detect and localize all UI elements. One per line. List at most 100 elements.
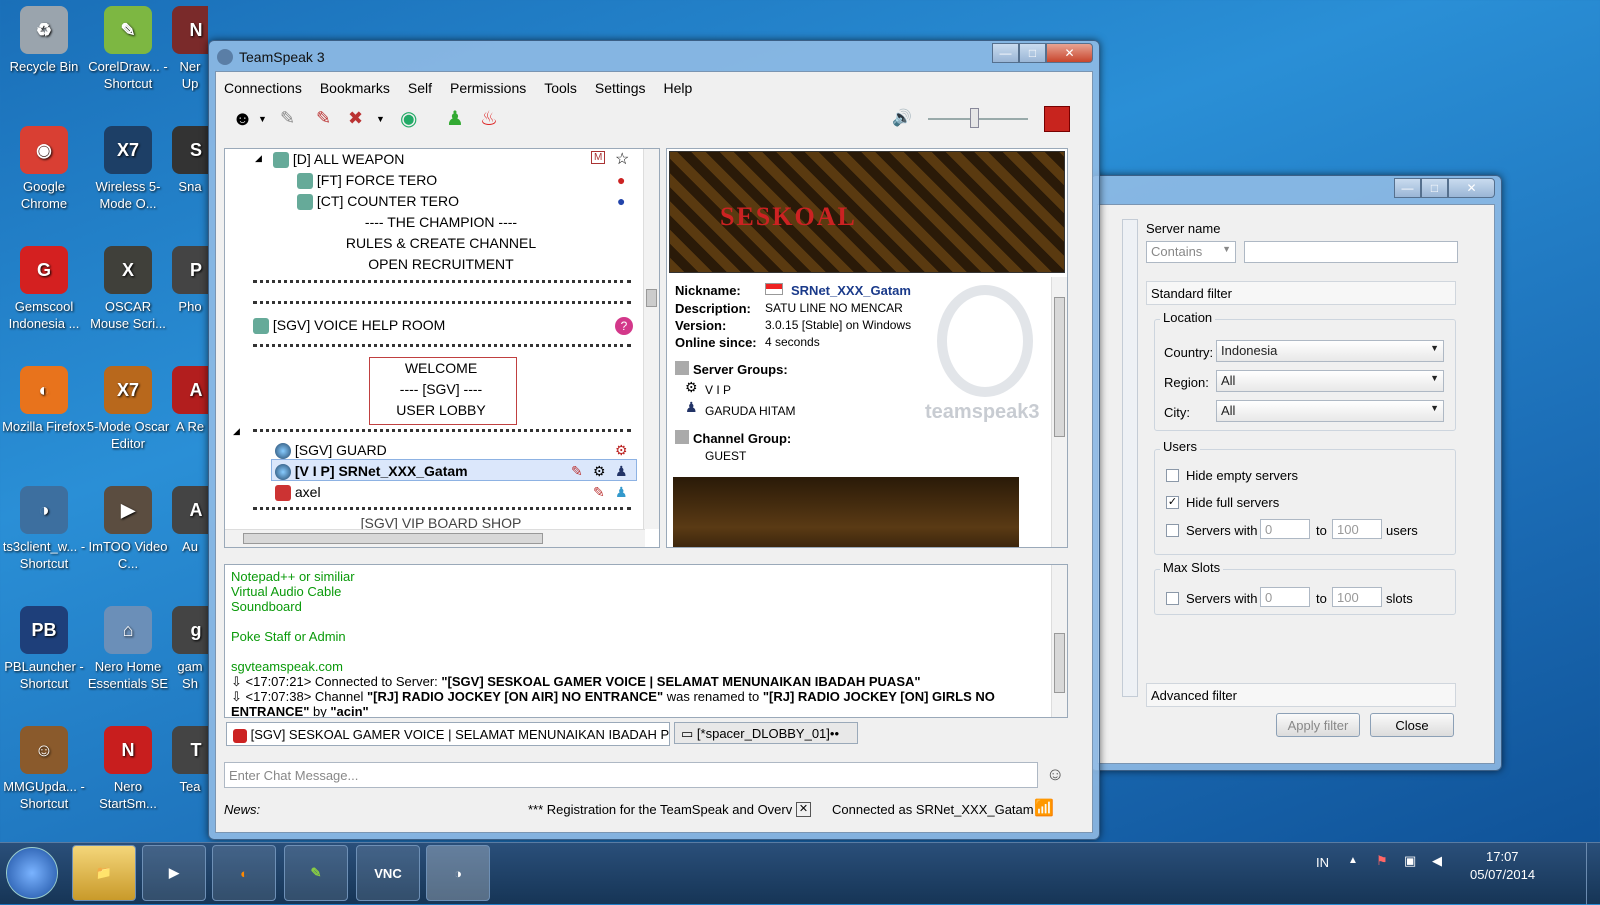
media-player-taskbar-icon[interactable]: ▶ — [142, 845, 206, 901]
info-scrollbar[interactable] — [1051, 277, 1067, 547]
desktop-icon[interactable]: ◉ Google Chrome — [0, 126, 88, 212]
standard-filter-header[interactable]: Standard filter — [1146, 281, 1456, 305]
country-select[interactable]: Indonesia ▼ — [1216, 340, 1444, 362]
menu-self[interactable]: Self — [408, 80, 432, 96]
expand-arrow-icon[interactable]: ◢ — [233, 426, 240, 437]
teamspeak-taskbar-icon[interactable]: ◑ — [426, 845, 490, 901]
volume-slider-handle[interactable] — [970, 108, 979, 128]
action-center-flag-icon[interactable]: ⚑ — [1376, 853, 1388, 869]
minimize-button[interactable]: — — [1394, 178, 1421, 198]
max-slots-spinner[interactable]: 100 — [1332, 587, 1382, 607]
spacer-user-lobby[interactable]: USER LOBBY — [241, 402, 641, 418]
firefox-taskbar-icon[interactable]: ◐ — [212, 845, 276, 901]
desktop-icon[interactable]: ◐ Mozilla Firefox — [0, 366, 88, 435]
hide-full-checkbox[interactable]: ✓ — [1166, 496, 1179, 509]
vnc-taskbar-icon[interactable]: VNC — [356, 845, 420, 901]
contacts-icon[interactable]: ♟ — [446, 106, 464, 131]
away-icon[interactable]: ◉ — [400, 106, 417, 131]
desktop-icon[interactable]: P Pho — [172, 246, 208, 315]
clock-time[interactable]: 17:07 — [1486, 849, 1519, 864]
volume-icon[interactable]: 🔊 — [892, 108, 912, 128]
start-button[interactable] — [6, 847, 58, 899]
spacer-recruitment[interactable]: OPEN RECRUITMENT — [241, 256, 641, 272]
explorer-taskbar-icon[interactable]: 📁 — [72, 845, 136, 901]
chat-scrollbar[interactable] — [1051, 565, 1067, 717]
menu-permissions[interactable]: Permissions — [450, 80, 526, 96]
servers-with-users-checkbox[interactable] — [1166, 524, 1179, 537]
mute-microphone-icon[interactable]: ✎ — [316, 108, 331, 129]
maximize-button[interactable]: □ — [1019, 43, 1046, 63]
menu-bookmarks[interactable]: Bookmarks — [320, 80, 390, 96]
chat-input[interactable]: Enter Chat Message... — [224, 762, 1038, 788]
min-users-spinner[interactable]: 0 — [1260, 519, 1310, 539]
network-icon[interactable]: ▣ — [1404, 853, 1416, 869]
language-indicator[interactable]: IN — [1316, 855, 1329, 870]
chevron-down-icon[interactable]: ▼ — [376, 114, 385, 124]
desktop-icon[interactable]: ◑ ts3client_w... - Shortcut — [0, 486, 88, 572]
channel-force-tero[interactable]: [FT] FORCE TERO — [297, 172, 437, 190]
contains-select[interactable]: Contains ▼ — [1146, 241, 1236, 263]
emoticon-icon[interactable]: ☺ — [1046, 764, 1064, 785]
region-select[interactable]: All ▼ — [1216, 370, 1444, 392]
advanced-filter-header[interactable]: Advanced filter — [1146, 683, 1456, 707]
desktop-icon[interactable]: T Tea — [172, 726, 208, 795]
menu-tools[interactable]: Tools — [544, 80, 577, 96]
desktop-icon[interactable]: g gam Sh — [172, 606, 208, 692]
desktop-icon[interactable]: ♻ Recycle Bin — [0, 6, 88, 75]
min-slots-spinner[interactable]: 0 — [1260, 587, 1310, 607]
hide-empty-checkbox[interactable] — [1166, 469, 1179, 482]
speaker-icon[interactable]: ◀ — [1432, 853, 1442, 869]
desktop-icon[interactable]: N Nero StartSm... — [84, 726, 172, 812]
desktop-icon[interactable]: X7 Wireless 5-Mode O... — [84, 126, 172, 212]
channel-voice-help[interactable]: [SGV] VOICE HELP ROOM — [253, 317, 445, 335]
expand-arrow-icon[interactable]: ◢ — [255, 153, 262, 164]
filter-scroll[interactable] — [1122, 219, 1138, 697]
clock-date[interactable]: 05/07/2014 — [1470, 867, 1535, 882]
channel-all-weapon[interactable]: [D] ALL WEAPON — [273, 151, 404, 169]
chevron-down-icon[interactable]: ▼ — [258, 114, 267, 124]
client-vip[interactable]: [V I P] SRNet_XXX_Gatam — [275, 463, 468, 481]
show-hidden-icons-icon[interactable]: ▲ — [1348, 855, 1358, 866]
scroll-thumb[interactable] — [646, 289, 657, 307]
channel-counter-tero[interactable]: [CT] COUNTER TERO — [297, 193, 459, 211]
spacer-champion[interactable]: ---- THE CHAMPION ---- — [241, 214, 641, 230]
scroll-thumb[interactable] — [1054, 633, 1065, 693]
mute-speakers-icon[interactable]: ✖ — [348, 108, 363, 129]
scroll-thumb[interactable] — [1054, 297, 1065, 437]
client-guard[interactable]: [SGV] GUARD — [275, 442, 387, 460]
desktop-icon[interactable]: ✎ CorelDraw... - Shortcut — [84, 6, 172, 92]
desktop-icon[interactable]: X OSCAR Mouse Scri... — [84, 246, 172, 332]
desktop-icon[interactable]: PB PBLauncher - Shortcut — [0, 606, 88, 692]
minimize-button[interactable]: — — [992, 43, 1019, 63]
close-icon[interactable]: ✕ — [1046, 43, 1093, 63]
desktop-icon[interactable]: X7 5-Mode Oscar Editor — [84, 366, 172, 452]
spacer-rules[interactable]: RULES & CREATE CHANNEL — [241, 235, 641, 251]
close-button[interactable]: Close — [1370, 713, 1454, 737]
tree-horizontal-scrollbar[interactable] — [225, 529, 645, 547]
coreldraw-taskbar-icon[interactable]: ✎ — [284, 845, 348, 901]
spacer-sgv[interactable]: ---- [SGV] ---- — [241, 381, 641, 397]
menu-connections[interactable]: Connections — [224, 80, 302, 96]
city-select[interactable]: All ▼ — [1216, 400, 1444, 422]
desktop-icon[interactable]: ⌂ Nero Home Essentials SE — [84, 606, 172, 692]
tab-server[interactable]: [SGV] SESKOAL GAMER VOICE | SELAMAT MENU… — [226, 722, 670, 746]
maximize-button[interactable]: □ — [1421, 178, 1448, 198]
news-close-icon[interactable]: ✕ — [796, 802, 811, 817]
scroll-thumb[interactable] — [243, 533, 543, 544]
desktop-icon[interactable]: N Ner Up — [172, 6, 208, 92]
show-desktop-button[interactable] — [1586, 843, 1600, 905]
close-icon[interactable]: ✕ — [1448, 178, 1495, 198]
desktop-icon[interactable]: A A Re — [172, 366, 208, 435]
desktop-icon[interactable]: A Au — [172, 486, 208, 555]
news-ticker[interactable]: *** Registration for the TeamSpeak and O… — [528, 802, 792, 817]
tab-channel[interactable]: ▭ [*spacer_DLOBBY_01]•• — [674, 722, 858, 744]
tree-vertical-scrollbar[interactable] — [643, 149, 659, 529]
desktop-icon[interactable]: ▶ ImTOO Video C... — [84, 486, 172, 572]
chat-link[interactable]: sgvteamspeak.com — [231, 659, 1061, 674]
menu-help[interactable]: Help — [664, 80, 693, 96]
apply-filter-button[interactable]: Apply filter — [1276, 713, 1360, 737]
client-axel[interactable]: axel — [275, 484, 321, 502]
server-name-input[interactable] — [1244, 241, 1458, 263]
servers-with-slots-checkbox[interactable] — [1166, 592, 1179, 605]
spacer-welcome[interactable]: WELCOME — [241, 360, 641, 376]
